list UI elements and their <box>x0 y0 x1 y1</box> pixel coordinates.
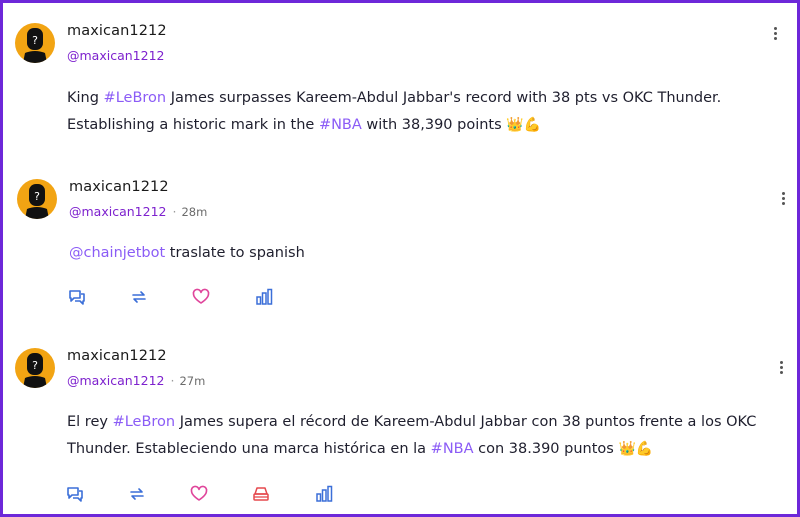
text-segment: James surpasses Kareem-Abdul Jabbar's re… <box>166 90 722 106</box>
handle-row: @maxican1212 · 28m <box>69 204 207 219</box>
comment-icon[interactable] <box>67 287 87 307</box>
text-segment: Thunder. Estableciendo una marca históri… <box>67 441 431 457</box>
repost-icon[interactable] <box>129 287 149 307</box>
stats-icon[interactable] <box>314 484 334 504</box>
svg-text:?: ? <box>34 190 40 203</box>
action-bar <box>3 484 800 506</box>
avatar-image: ? <box>23 353 47 388</box>
comment-icon[interactable] <box>65 484 85 504</box>
user-handle[interactable]: @maxican1212 <box>67 48 164 63</box>
username[interactable]: maxican1212 <box>69 179 169 195</box>
repost-icon[interactable] <box>127 484 147 504</box>
more-options-icon[interactable] <box>767 25 783 45</box>
user-handle[interactable]: @maxican1212 <box>69 204 166 219</box>
avatar[interactable]: ? <box>17 179 57 219</box>
text-segment: con 38.390 puntos <box>473 441 619 457</box>
post-body: King #LeBron James surpasses Kareem-Abdu… <box>67 85 767 139</box>
hashtag-nba[interactable]: #NBA <box>319 117 362 133</box>
user-handle[interactable]: @maxican1212 <box>67 373 164 388</box>
post-timestamp: 27m <box>179 374 206 388</box>
mention-chainjetbot[interactable]: @chainjetbot <box>69 245 165 261</box>
avatar-image: ? <box>23 28 47 63</box>
avatar[interactable]: ? <box>15 348 55 388</box>
mint-icon[interactable] <box>251 484 271 504</box>
text-segment: traslate to spanish <box>165 245 305 261</box>
handle-row: @maxican1212 <box>67 48 164 63</box>
more-options-icon[interactable] <box>775 190 791 210</box>
emoji-crown-muscle: 👑💪 <box>618 441 654 457</box>
hashtag-lebron[interactable]: #LeBron <box>113 414 176 430</box>
emoji-crown-muscle: 👑💪 <box>506 117 542 133</box>
text-segment: James supera el récord de Kareem-Abdul J… <box>175 414 757 430</box>
post-body: @chainjetbot traslate to spanish <box>69 240 769 267</box>
svg-text:?: ? <box>32 359 38 372</box>
heart-icon[interactable] <box>189 484 209 504</box>
separator-dot: · <box>172 204 177 219</box>
hashtag-nba[interactable]: #NBA <box>431 441 474 457</box>
text-segment: Establishing a historic mark in the <box>67 117 319 133</box>
action-bar <box>3 287 800 309</box>
svg-text:?: ? <box>32 34 38 47</box>
heart-icon[interactable] <box>191 287 211 307</box>
text-segment: El rey <box>67 414 113 430</box>
username[interactable]: maxican1212 <box>67 23 167 39</box>
more-options-icon[interactable] <box>773 359 789 379</box>
username[interactable]: maxican1212 <box>67 348 167 364</box>
post-timestamp: 28m <box>181 205 208 219</box>
stats-icon[interactable] <box>254 287 274 307</box>
post-body: El rey #LeBron James supera el récord de… <box>67 409 782 463</box>
handle-row: @maxican1212 · 27m <box>67 373 205 388</box>
avatar[interactable]: ? <box>15 23 55 63</box>
text-segment: King <box>67 90 104 106</box>
avatar-image: ? <box>25 184 49 219</box>
text-segment: with 38,390 points <box>361 117 507 133</box>
feed-frame: ? maxican1212 @maxican1212 King #LeBron … <box>0 0 800 517</box>
separator-dot: · <box>170 373 175 388</box>
hashtag-lebron[interactable]: #LeBron <box>104 90 167 106</box>
